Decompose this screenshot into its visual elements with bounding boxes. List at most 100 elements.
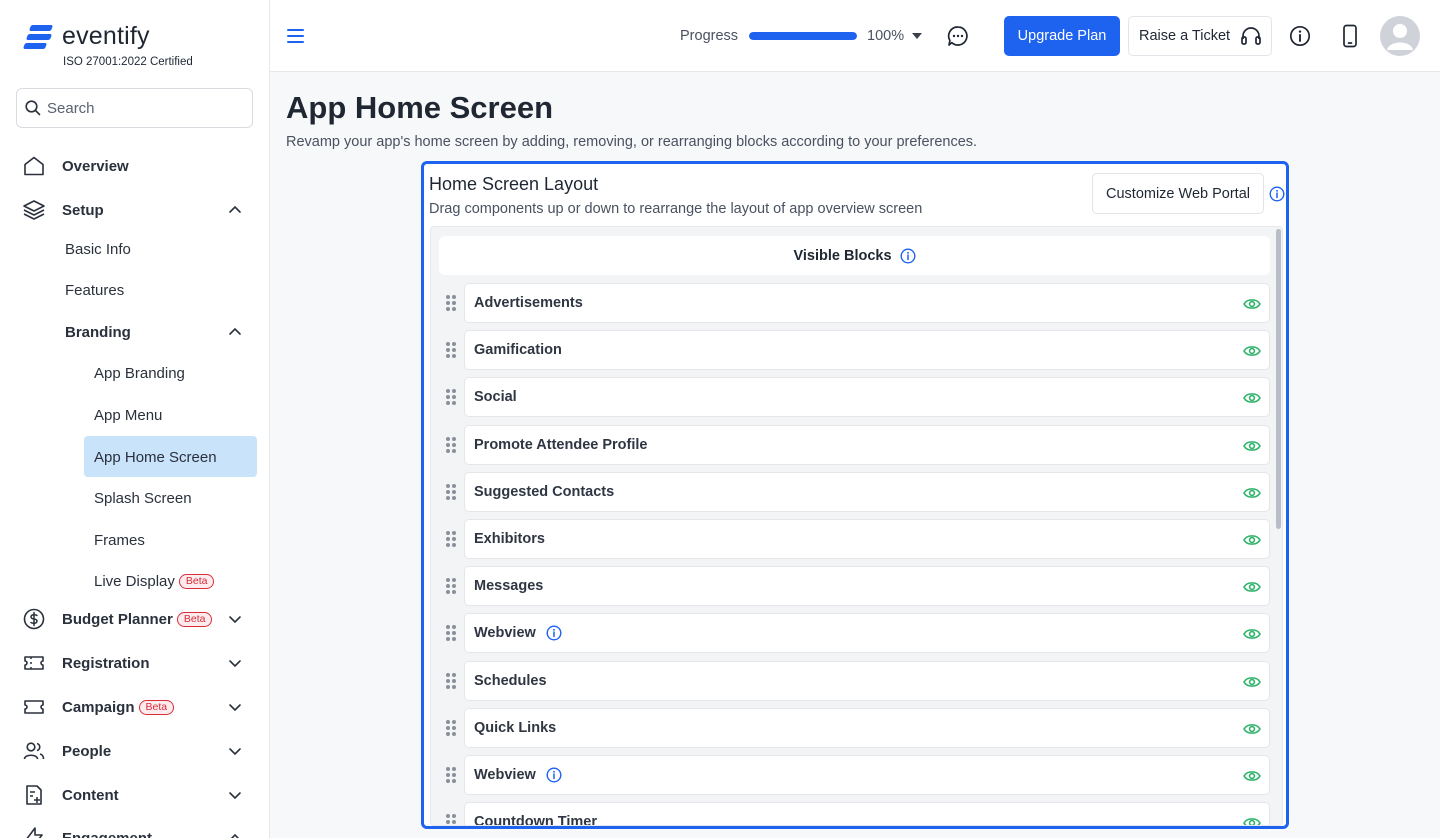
block-row[interactable]: Suggested Contacts <box>431 471 1276 512</box>
chevron-up-icon[interactable] <box>227 324 243 340</box>
info-icon[interactable] <box>900 247 916 264</box>
block-row[interactable]: Advertisements <box>431 283 1276 323</box>
sidebar-item-budget-planner[interactable]: Budget Planner Beta <box>22 603 247 635</box>
drag-handle-icon[interactable] <box>446 342 456 359</box>
panel-title: Home Screen Layout <box>429 174 599 194</box>
sidebar-item-registration[interactable]: Registration <box>22 647 247 679</box>
hamburger-menu-icon[interactable] <box>287 28 305 44</box>
sidebar-item-label: Live Display <box>94 572 175 590</box>
info-icon[interactable] <box>1269 186 1285 202</box>
info-icon[interactable] <box>546 625 562 641</box>
eye-icon[interactable] <box>1243 816 1261 825</box>
drag-handle-icon[interactable] <box>446 483 456 500</box>
block-row[interactable]: Messages <box>431 566 1276 607</box>
chat-icon[interactable] <box>947 25 969 47</box>
sidebar-subitem-basic-info[interactable]: Basic Info <box>65 237 131 261</box>
raise-ticket-button[interactable]: Raise a Ticket <box>1128 16 1272 56</box>
customize-web-portal-button[interactable]: Customize Web Portal <box>1092 173 1264 214</box>
info-icon[interactable] <box>546 767 562 783</box>
top-bar: Progress 100% Upgrade Plan Raise a Ticke… <box>270 0 1440 72</box>
chevron-up-icon[interactable] <box>227 202 243 218</box>
chevron-up-icon[interactable] <box>227 830 243 838</box>
eye-icon[interactable] <box>1243 533 1261 551</box>
drag-handle-icon[interactable] <box>446 436 456 453</box>
block-card[interactable]: Social <box>464 377 1270 418</box>
chevron-down-icon[interactable] <box>227 787 243 803</box>
block-card[interactable]: Messages <box>464 566 1270 607</box>
block-card[interactable]: Promote Attendee Profile <box>464 424 1270 465</box>
eye-icon[interactable] <box>1243 297 1261 315</box>
block-card[interactable]: Quick Links <box>464 707 1270 748</box>
block-row[interactable]: Webview <box>431 755 1276 795</box>
sidebar-subitem-app-branding[interactable]: App Branding <box>94 361 185 385</box>
sidebar-item-setup[interactable]: Setup <box>22 194 247 226</box>
block-row[interactable]: Social <box>431 377 1276 418</box>
chevron-down-icon[interactable] <box>227 611 243 627</box>
campaign-icon <box>22 695 52 719</box>
block-row[interactable]: Promote Attendee Profile <box>431 424 1276 465</box>
chevron-down-icon[interactable] <box>227 655 243 671</box>
block-card[interactable]: Suggested Contacts <box>464 471 1270 512</box>
chevron-down-icon[interactable] <box>227 699 243 715</box>
block-label: Webview <box>474 625 536 642</box>
drag-handle-icon[interactable] <box>446 672 456 689</box>
sidebar-item-overview[interactable]: Overview <box>22 150 247 182</box>
block-row[interactable]: Schedules <box>431 660 1276 701</box>
sidebar-subitem-app-home-screen[interactable]: App Home Screen <box>94 445 217 469</box>
progress-dropdown-caret-icon[interactable] <box>912 33 922 39</box>
logo[interactable]: eventify <box>22 22 150 51</box>
upgrade-plan-button[interactable]: Upgrade Plan <box>1004 16 1120 56</box>
block-card[interactable]: Webview <box>464 613 1270 654</box>
sidebar-item-campaign[interactable]: Campaign Beta <box>22 691 247 723</box>
blocks-list: Visible Blocks Advertisements Gamificatio… <box>430 226 1283 826</box>
drag-handle-icon[interactable] <box>446 767 456 783</box>
block-label: Webview <box>474 767 536 783</box>
sidebar-subitem-frames[interactable]: Frames <box>94 528 145 552</box>
drag-handle-icon[interactable] <box>446 578 456 595</box>
sidebar-subitem-features[interactable]: Features <box>65 278 124 302</box>
block-card[interactable]: Advertisements <box>464 283 1270 323</box>
eye-icon[interactable] <box>1243 769 1261 787</box>
sidebar-subitem-splash-screen[interactable]: Splash Screen <box>94 486 192 510</box>
user-silhouette-icon <box>1387 24 1413 50</box>
sidebar-item-people[interactable]: People <box>22 735 247 767</box>
user-avatar[interactable] <box>1380 16 1420 56</box>
chevron-down-icon[interactable] <box>227 743 243 759</box>
eye-icon[interactable] <box>1243 344 1261 362</box>
block-card[interactable]: Exhibitors <box>464 519 1270 559</box>
panel-subtitle: Drag components up or down to rearrange … <box>429 201 923 217</box>
block-row[interactable]: Webview <box>431 613 1276 654</box>
sidebar-subitem-app-menu[interactable]: App Menu <box>94 403 162 427</box>
eye-icon[interactable] <box>1243 627 1261 645</box>
info-icon[interactable] <box>1289 25 1311 47</box>
block-row[interactable]: Gamification <box>431 330 1276 371</box>
drag-handle-icon[interactable] <box>446 625 456 642</box>
drag-handle-icon[interactable] <box>446 389 456 406</box>
mobile-preview-icon[interactable] <box>1342 24 1358 48</box>
drag-handle-icon[interactable] <box>446 814 456 825</box>
eye-icon[interactable] <box>1243 486 1261 504</box>
block-card[interactable]: Gamification <box>464 330 1270 371</box>
block-card[interactable]: Webview <box>464 755 1270 795</box>
block-card[interactable]: Countdown Timer <box>464 802 1270 825</box>
block-row[interactable]: Quick Links <box>431 707 1276 748</box>
search-box[interactable] <box>16 88 253 128</box>
drag-handle-icon[interactable] <box>446 531 456 547</box>
sidebar-item-engagement[interactable]: Engagement <box>22 822 247 838</box>
block-card[interactable]: Schedules <box>464 660 1270 701</box>
sidebar-subitem-live-display[interactable]: Live Display Beta <box>94 569 215 593</box>
block-row[interactable]: Exhibitors <box>431 519 1276 559</box>
sidebar-item-content[interactable]: Content <box>22 779 247 811</box>
drag-handle-icon[interactable] <box>446 719 456 736</box>
drag-handle-icon[interactable] <box>446 295 456 311</box>
block-row[interactable]: Countdown Timer <box>431 802 1276 825</box>
eye-icon[interactable] <box>1243 675 1261 693</box>
scrollbar-thumb[interactable] <box>1276 229 1281 529</box>
eye-icon[interactable] <box>1243 439 1261 457</box>
sidebar-subitem-branding[interactable]: Branding <box>65 320 245 344</box>
eye-icon[interactable] <box>1243 722 1261 740</box>
search-input[interactable] <box>47 99 237 117</box>
eye-icon[interactable] <box>1243 580 1261 598</box>
block-label: Quick Links <box>474 719 557 736</box>
eye-icon[interactable] <box>1243 391 1261 409</box>
